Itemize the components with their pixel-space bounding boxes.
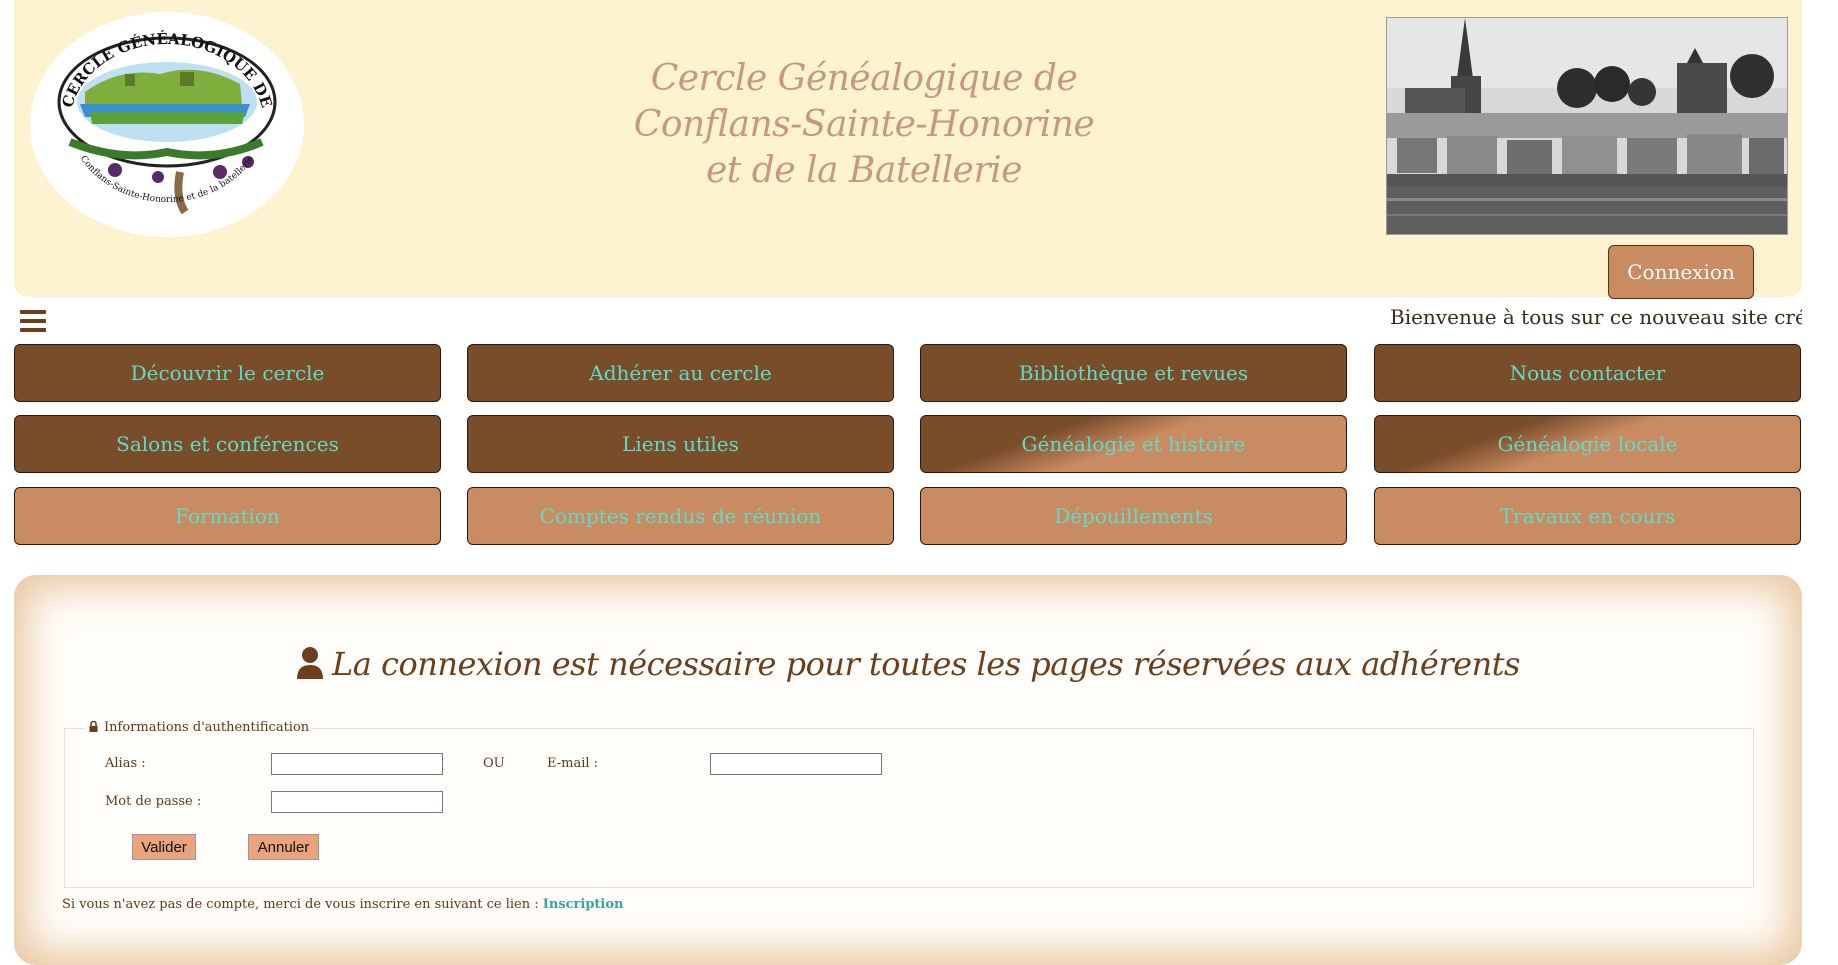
password-label: Mot de passe : [105,794,202,809]
nav-formation[interactable]: Formation [14,487,441,545]
auth-legend: Informations d'authentification [85,720,314,736]
login-button[interactable]: Connexion [1608,245,1754,299]
lock-icon [89,720,98,736]
nav-liens-utiles[interactable]: Liens utiles [467,415,894,473]
login-heading-text: La connexion est nécessaire pour toutes … [332,645,1520,683]
nav-adherer-au-cercle[interactable]: Adhérer au cercle [467,344,894,402]
nav-comptes-rendus-de-reunion[interactable]: Comptes rendus de réunion [467,487,894,545]
nav-genealogie-et-histoire[interactable]: Généalogie et histoire [920,415,1347,473]
auth-fieldset: Informations d'authentification Alias : … [64,720,1754,888]
site-title-line-3: et de la Batellerie [706,150,1022,191]
town-photo [1386,17,1788,235]
email-label: E-mail : [547,756,599,771]
login-heading: La connexion est nécessaire pour toutes … [14,645,1802,688]
site-title-line-1: Cercle Généalogique de [650,58,1078,99]
site-title-line-2: Conflans-Sainte-Honorine [633,104,1095,145]
nav-decouvrir-le-cercle[interactable]: Découvrir le cercle [14,344,441,402]
nav-nous-contacter[interactable]: Nous contacter [1374,344,1801,402]
alias-label: Alias : [105,756,146,771]
nav-salons-et-conferences[interactable]: Salons et conférences [14,415,441,473]
signup-link[interactable]: Inscription [543,897,624,912]
or-label: OU [483,756,505,771]
menu-icon[interactable] [20,310,46,332]
auth-legend-text: Informations d'authentification [104,720,310,735]
submit-button[interactable]: Valider [132,834,196,860]
signup-text: Si vous n'avez pas de compte, merci de v… [62,897,539,912]
signup-notice: Si vous n'avez pas de compte, merci de v… [62,897,624,912]
site-logo[interactable]: CERCLE GÉNÉALOGIQUE DE Conflans-Sainte-H… [30,12,304,237]
login-panel: La connexion est nécessaire pour toutes … [14,575,1802,965]
alias-input[interactable] [271,753,443,775]
site-title: Cercle Généalogique de Conflans-Sainte-H… [574,56,1154,194]
welcome-ticker-text: Bienvenue à tous sur ce nouveau site cré… [1390,305,1802,329]
password-input[interactable] [271,791,443,813]
nav-bibliotheque-et-revues[interactable]: Bibliothèque et revues [920,344,1347,402]
welcome-ticker: Bienvenue à tous sur ce nouveau site cré… [1300,302,1802,332]
cancel-button[interactable]: Annuler [248,834,319,860]
email-input[interactable] [710,753,882,775]
site-header: CERCLE GÉNÉALOGIQUE DE Conflans-Sainte-H… [14,0,1802,299]
user-icon [296,646,324,688]
nav-travaux-en-cours[interactable]: Travaux en cours [1374,487,1801,545]
nav-genealogie-locale[interactable]: Généalogie locale [1374,415,1801,473]
nav-depouillements[interactable]: Dépouillements [920,487,1347,545]
